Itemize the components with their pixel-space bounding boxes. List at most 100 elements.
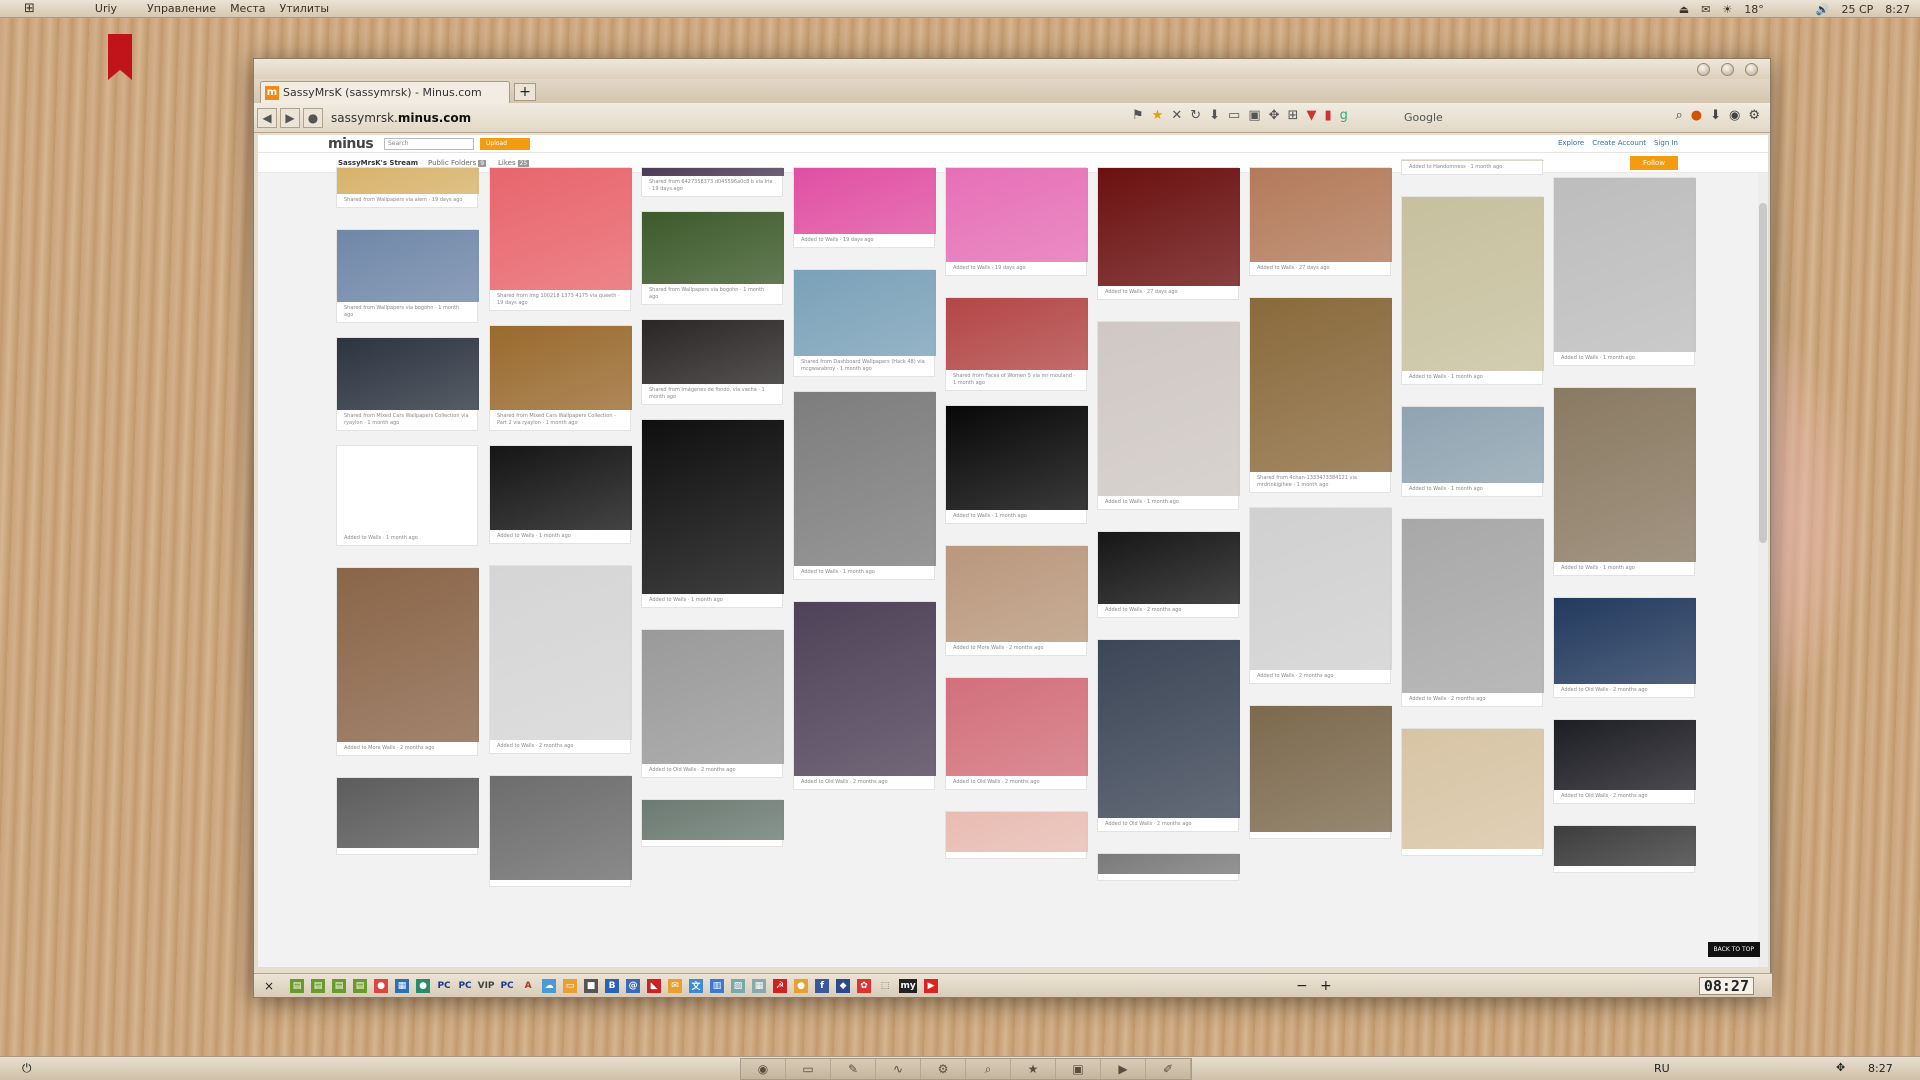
window-icon[interactable]: ▭	[1228, 108, 1240, 123]
image-tile[interactable]: Shared from Mixed Cars Wallpapers Collec…	[489, 325, 632, 431]
date-label[interactable]: 25 СР	[1841, 3, 1873, 16]
image-thumbnail[interactable]	[1402, 519, 1544, 693]
close-window-button[interactable]	[1745, 63, 1758, 76]
image-thumbnail[interactable]	[642, 420, 784, 594]
image-thumbnail[interactable]	[1098, 854, 1240, 874]
image-thumbnail[interactable]	[794, 392, 936, 566]
new-tab-button[interactable]: +	[514, 83, 536, 101]
image-tile[interactable]: Added to Handomness · 1 month ago	[1401, 159, 1544, 175]
dock-time[interactable]: 8:27	[1868, 1062, 1893, 1075]
bookmark-star-icon[interactable]: ★	[1152, 108, 1164, 123]
image-tile[interactable]: Added to Walls · 1 month ago	[945, 405, 1088, 524]
image-thumbnail[interactable]	[490, 446, 632, 530]
image-thumbnail[interactable]	[1250, 168, 1392, 262]
image-tile[interactable]: Shared from Dashboard Wallpapers (Hack 4…	[793, 269, 936, 377]
dock-pen-icon[interactable]: ✐	[1146, 1059, 1191, 1079]
site-identity-icon[interactable]: ●	[303, 107, 323, 128]
image-thumbnail[interactable]	[1402, 407, 1544, 483]
folder-icon[interactable]: ▭	[563, 978, 578, 993]
image-tile[interactable]: Added to Old Walls · 2 months ago	[1553, 719, 1696, 804]
close-addon-bar-button[interactable]: ×	[264, 979, 274, 993]
image-tile[interactable]: Added to Walls · 2 months ago	[1401, 518, 1544, 707]
image-thumbnail[interactable]	[642, 800, 784, 840]
explore-link[interactable]: Explore	[1558, 139, 1584, 147]
window-titlebar[interactable]	[254, 59, 1770, 79]
addon-icon-4[interactable]: ▤	[353, 978, 368, 993]
image-thumbnail[interactable]	[337, 338, 479, 410]
image-tile[interactable]: Added to Walls · 1 month ago	[1097, 321, 1240, 510]
apps-menu-icon[interactable]: ⊞	[24, 1, 35, 16]
image-thumbnail[interactable]	[642, 630, 784, 764]
image-tile[interactable]: Added to Walls · 2 months ago	[1249, 507, 1392, 684]
image-tile[interactable]: Added to Old Walls · 2 months ago	[1553, 597, 1696, 698]
shield-addon-icon[interactable]: ◆	[836, 978, 851, 993]
image-tile[interactable]	[1249, 705, 1392, 839]
vip-icon[interactable]: VIP	[478, 979, 495, 993]
b-icon[interactable]: B	[605, 978, 620, 993]
image-thumbnail[interactable]	[490, 566, 632, 740]
image-tile[interactable]: Shared from 6427358373 d045596a0c8 b via…	[641, 167, 784, 197]
image-thumbnail[interactable]	[337, 446, 479, 532]
addon-icon-2[interactable]: ▤	[311, 978, 326, 993]
tab-stream[interactable]: SassyMrsK's Stream	[338, 159, 418, 167]
volume-icon[interactable]: 🔊	[1816, 3, 1830, 16]
image-tile[interactable]: Added to Old Walls · 2 months ago	[1097, 639, 1240, 832]
dock-files-icon[interactable]: ▭	[786, 1059, 831, 1079]
dotted-box-icon[interactable]: ⬚	[878, 979, 892, 993]
image-thumbnail[interactable]	[946, 812, 1088, 852]
image-thumbnail[interactable]	[337, 778, 479, 848]
image-thumbnail[interactable]	[642, 320, 784, 384]
minimize-button[interactable]	[1697, 63, 1710, 76]
calendar-icon[interactable]: ▦	[752, 978, 767, 993]
addon-icon-5[interactable]: ●	[416, 978, 431, 993]
addon-icon-3[interactable]: ▤	[332, 978, 347, 993]
box-icon[interactable]: ■	[584, 978, 599, 993]
image-thumbnail[interactable]	[1098, 322, 1240, 496]
image-tile[interactable]	[1401, 728, 1544, 856]
image-thumbnail[interactable]	[1250, 508, 1392, 670]
screenshot-icon[interactable]: ▣	[1248, 108, 1260, 123]
image-thumbnail[interactable]	[946, 406, 1088, 510]
tab-public-folders[interactable]: Public Folders 9	[428, 159, 487, 167]
google-icon[interactable]: g	[1340, 108, 1348, 123]
menu-places[interactable]: Места	[230, 2, 265, 15]
image-thumbnail[interactable]	[337, 230, 479, 302]
image-thumbnail[interactable]	[1554, 826, 1696, 866]
bookmark-ribbon-icon[interactable]	[108, 34, 132, 80]
dock-network-icon[interactable]: ✥	[1836, 1061, 1845, 1074]
building-icon[interactable]: ▥	[710, 978, 725, 993]
orange-icon[interactable]: ●	[794, 978, 809, 993]
image-thumbnail[interactable]	[1402, 729, 1544, 849]
image-thumbnail[interactable]	[946, 546, 1088, 642]
image-thumbnail[interactable]	[794, 168, 936, 234]
tab-minus[interactable]: m SassyMrsK (sassymrsk) - Minus.com	[260, 81, 510, 103]
zoom-in-button[interactable]: +	[1320, 978, 1332, 994]
image-thumbnail[interactable]	[946, 298, 1088, 370]
sign-in-link[interactable]: Sign In	[1654, 139, 1678, 147]
image-thumbnail[interactable]	[1554, 388, 1696, 562]
image-tile[interactable]: Added to Old Walls · 2 months ago	[945, 677, 1088, 790]
image-tile[interactable]: Shared from Wallpapers via alem · 19 day…	[336, 167, 479, 208]
dock-firefox-icon[interactable]: ◉	[741, 1059, 786, 1079]
youtube-icon[interactable]: ▶	[924, 978, 939, 993]
weather-icon[interactable]: ☀	[1722, 3, 1732, 16]
vk-icon[interactable]: @	[626, 978, 641, 993]
flag-icon[interactable]: ⚑	[1132, 108, 1144, 123]
image-thumbnail[interactable]	[1250, 298, 1392, 472]
image-tile[interactable]: Shared from 4chan-1333473384121 via mrdr…	[1249, 297, 1392, 493]
table-icon[interactable]: ▦	[395, 978, 410, 993]
battery-icon[interactable]: ▮	[1324, 108, 1331, 123]
image-thumbnail[interactable]	[642, 168, 784, 176]
back-icon[interactable]: ◀	[257, 107, 277, 128]
search-icon[interactable]: ⌕	[1675, 108, 1682, 123]
user-name[interactable]: Uriy	[95, 2, 117, 15]
image-tile[interactable]	[1097, 853, 1240, 881]
image-tile[interactable]: Added to Walls · 1 month ago	[1401, 406, 1544, 497]
stop-icon[interactable]: ✕	[1171, 108, 1182, 123]
time-label[interactable]: 8:27	[1885, 3, 1910, 16]
power-icon[interactable]: ⏻	[22, 1061, 32, 1076]
image-tile[interactable]: Added to Walls · 27 days ago	[1249, 167, 1392, 276]
dock-search-icon[interactable]: ⌕	[966, 1059, 1011, 1079]
image-thumbnail[interactable]	[1554, 178, 1696, 352]
a-icon[interactable]: A	[521, 979, 535, 993]
